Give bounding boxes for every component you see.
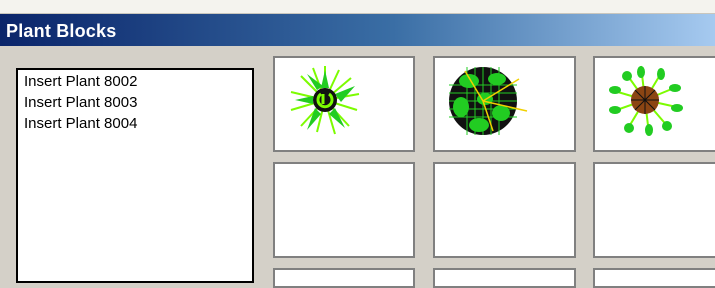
plant-8002-symbol-icon xyxy=(290,66,360,135)
preview-tile-row3-1[interactable] xyxy=(273,268,415,288)
plant-8004-symbol-icon xyxy=(609,65,683,136)
preview-tile-row3-2[interactable] xyxy=(433,268,576,288)
plant-8003-symbol-icon xyxy=(449,67,528,135)
preview-tile-empty-1[interactable] xyxy=(273,162,415,258)
top-strip xyxy=(0,0,715,14)
title-bar[interactable]: Plant Blocks xyxy=(0,14,715,46)
list-item-plant-8003[interactable]: Insert Plant 8003 xyxy=(18,92,252,113)
preview-tile-empty-2[interactable] xyxy=(433,162,576,258)
preview-tile-plant-8003[interactable] xyxy=(433,56,576,152)
window-title: Plant Blocks xyxy=(6,21,117,41)
list-item-plant-8004[interactable]: Insert Plant 8004 xyxy=(18,113,252,134)
list-item-plant-8002[interactable]: Insert Plant 8002 xyxy=(18,71,252,92)
preview-tile-empty-3[interactable] xyxy=(593,162,715,258)
preview-tile-plant-8004[interactable] xyxy=(593,56,715,152)
preview-tile-plant-8002[interactable] xyxy=(273,56,415,152)
preview-tile-row3-3[interactable] xyxy=(593,268,715,288)
plant-blocks-list[interactable]: Insert Plant 8002 Insert Plant 8003 Inse… xyxy=(16,68,254,283)
